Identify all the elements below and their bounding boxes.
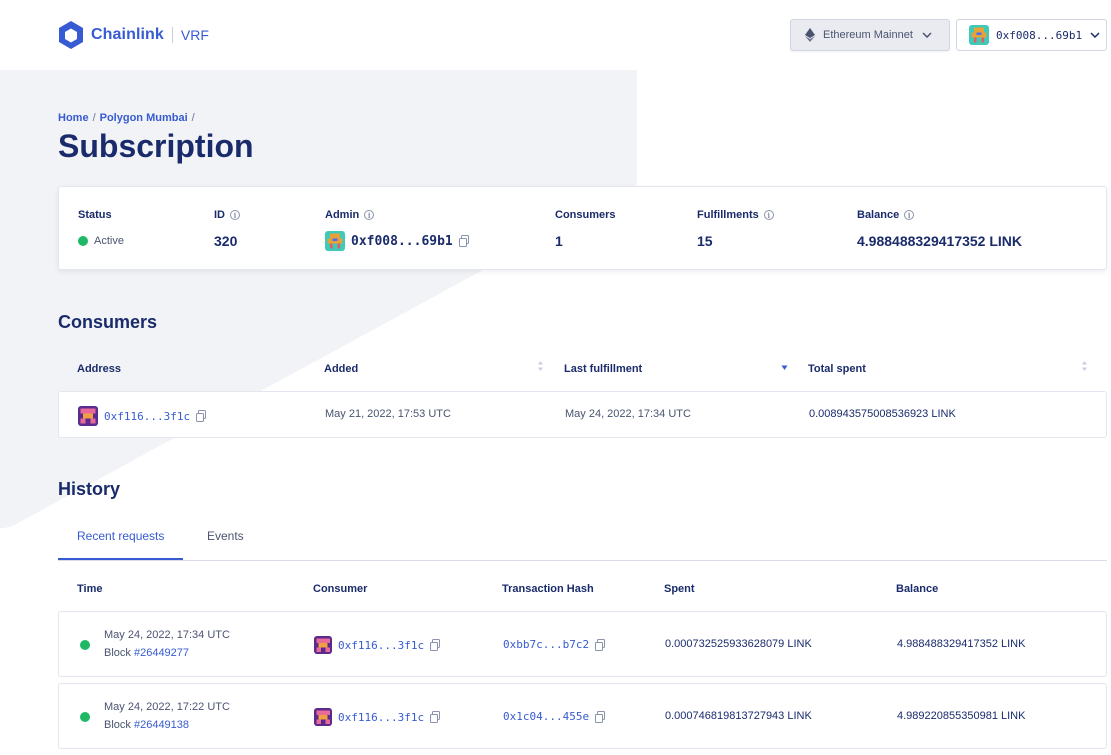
history-row: May 24, 2022, 17:22 UTC Block #26449138 … [58,683,1107,749]
column-header-time: Time [77,583,103,595]
fulfillments-label: Fulfillments [697,209,759,221]
breadcrumb-separator: / [92,112,96,124]
consumers-value: 1 [555,233,563,249]
transaction-hash-link[interactable]: 0xbb7c...b7c2 [503,638,589,651]
breadcrumb-network[interactable]: Polygon Mumbai [100,112,188,124]
consumer-total-spent: 0.008943575008536923 LINK [809,408,956,420]
column-header-consumer: Consumer [313,583,368,595]
copy-icon[interactable] [430,711,441,723]
balance-value: 4.988488329417352 LINK [857,233,1023,249]
sort-desc-icon[interactable] [781,360,788,372]
balance-label: Balance [857,209,900,221]
info-icon[interactable]: i [230,210,240,220]
id-column: ID i 320 [214,209,240,251]
block-number-link[interactable]: #26449138 [134,719,189,731]
consumer-added: May 21, 2022, 17:53 UTC [325,408,451,420]
column-header-address: Address [77,363,122,375]
request-time-block: May 24, 2022, 17:22 UTC Block #26449138 [104,701,230,731]
copy-icon[interactable] [595,710,606,723]
breadcrumb-home[interactable]: Home [58,112,89,124]
copy-icon[interactable] [458,235,469,247]
balance-column: Balance i 4.988488329417352 LINK [857,209,1022,251]
request-balance: 4.989220855350981 LINK [897,710,1026,722]
logo-divider [171,27,173,43]
id-label: ID [214,209,225,221]
brand-name: Chainlink [91,26,164,43]
request-success-dot [80,712,90,722]
product-name: VRF [180,27,209,43]
copy-icon[interactable] [430,639,441,651]
sort-icon[interactable] [1081,360,1088,372]
copy-icon[interactable] [196,410,207,422]
account-address: 0xf008...69b1 [996,28,1083,42]
info-icon[interactable]: i [904,210,915,220]
request-balance: 4.988488329417352 LINK [897,638,1026,650]
consumer-address-link[interactable]: 0xf116...3f1c [338,711,424,724]
block-label: Block [104,719,131,731]
consumer-address-link[interactable]: 0xf116...3f1c [104,410,190,423]
request-spent: 0.000746819813727943 LINK [665,710,812,722]
admin-address: 0xf008...69b1 [351,233,453,249]
consumer-avatar [314,636,332,654]
breadcrumb: Home / Polygon Mumbai / [58,112,195,124]
request-success-dot [80,640,90,650]
network-name: Ethereum Mainnet [823,29,913,41]
account-button[interactable]: 0xf008...69b1 [956,19,1107,51]
block-number-link[interactable]: #26449277 [134,647,189,659]
column-header-total-spent[interactable]: Total spent [808,363,866,375]
tab-events[interactable]: Events [207,529,244,560]
request-time: May 24, 2022, 17:22 UTC [104,701,230,713]
consumers-column: Consumers 1 [555,209,616,251]
subscription-summary-card: Status Active ID i 320 Admin i 0xf008...… [58,186,1107,270]
chevron-down-icon [922,32,932,38]
ethereum-icon [805,28,815,42]
consumer-avatar [78,406,98,426]
status-column: Status Active [78,209,124,251]
history-section-title: History [58,479,121,499]
admin-column: Admin i 0xf008...69b1 [325,209,469,251]
column-header-balance: Balance [896,583,939,595]
breadcrumb-separator: / [191,112,195,124]
column-header-added[interactable]: Added [324,363,358,375]
consumers-table-header: Address Added Last fulfillment Total spe… [58,353,1107,385]
transaction-hash-link[interactable]: 0x1c04...455e [503,710,589,723]
id-value: 320 [214,233,238,249]
status-active-dot [78,236,88,246]
info-icon[interactable]: i [364,210,375,220]
request-time-block: May 24, 2022, 17:34 UTC Block #26449277 [104,629,230,659]
history-row: May 24, 2022, 17:34 UTC Block #26449277 … [58,611,1107,677]
top-header: Chainlink VRF Ethereum Mainnet 0xf008...… [0,0,1111,70]
account-avatar [969,25,989,45]
chevron-down-icon [1090,32,1100,38]
column-header-last-fulfillment[interactable]: Last fulfillment [564,363,642,375]
consumer-avatar [314,708,332,726]
fulfillments-value: 15 [697,233,713,249]
history-tabs: Recent requests Events [58,520,1107,561]
consumers-section-title: Consumers [58,312,158,332]
chainlink-hex-logo-icon [59,21,83,49]
status-label: Status [78,209,112,221]
network-selector-button[interactable]: Ethereum Mainnet [790,19,950,51]
consumer-last-fulfillment: May 24, 2022, 17:34 UTC [565,408,691,420]
column-header-spent: Spent [664,583,695,595]
sort-icon[interactable] [537,360,544,372]
request-time: May 24, 2022, 17:34 UTC [104,629,230,641]
consumer-address-link[interactable]: 0xf116...3f1c [338,639,424,652]
consumer-row: 0xf116...3f1c May 21, 2022, 17:53 UTC Ma… [58,391,1107,438]
page-title: Subscription [58,128,254,164]
info-icon[interactable]: i [763,210,774,220]
block-label: Block [104,647,131,659]
fulfillments-column: Fulfillments i 15 [697,209,774,251]
brand-logo[interactable]: Chainlink VRF [58,20,209,50]
consumers-label: Consumers [555,209,616,221]
column-header-transaction-hash: Transaction Hash [502,583,594,595]
tab-recent-requests[interactable]: Recent requests [58,529,184,560]
status-value: Active [94,235,124,247]
request-spent: 0.000732525933628079 LINK [665,638,812,650]
history-table-header: Time Consumer Transaction Hash Spent Bal… [58,573,1107,605]
admin-label: Admin [325,209,360,221]
copy-icon[interactable] [595,638,606,651]
admin-avatar [325,231,345,251]
